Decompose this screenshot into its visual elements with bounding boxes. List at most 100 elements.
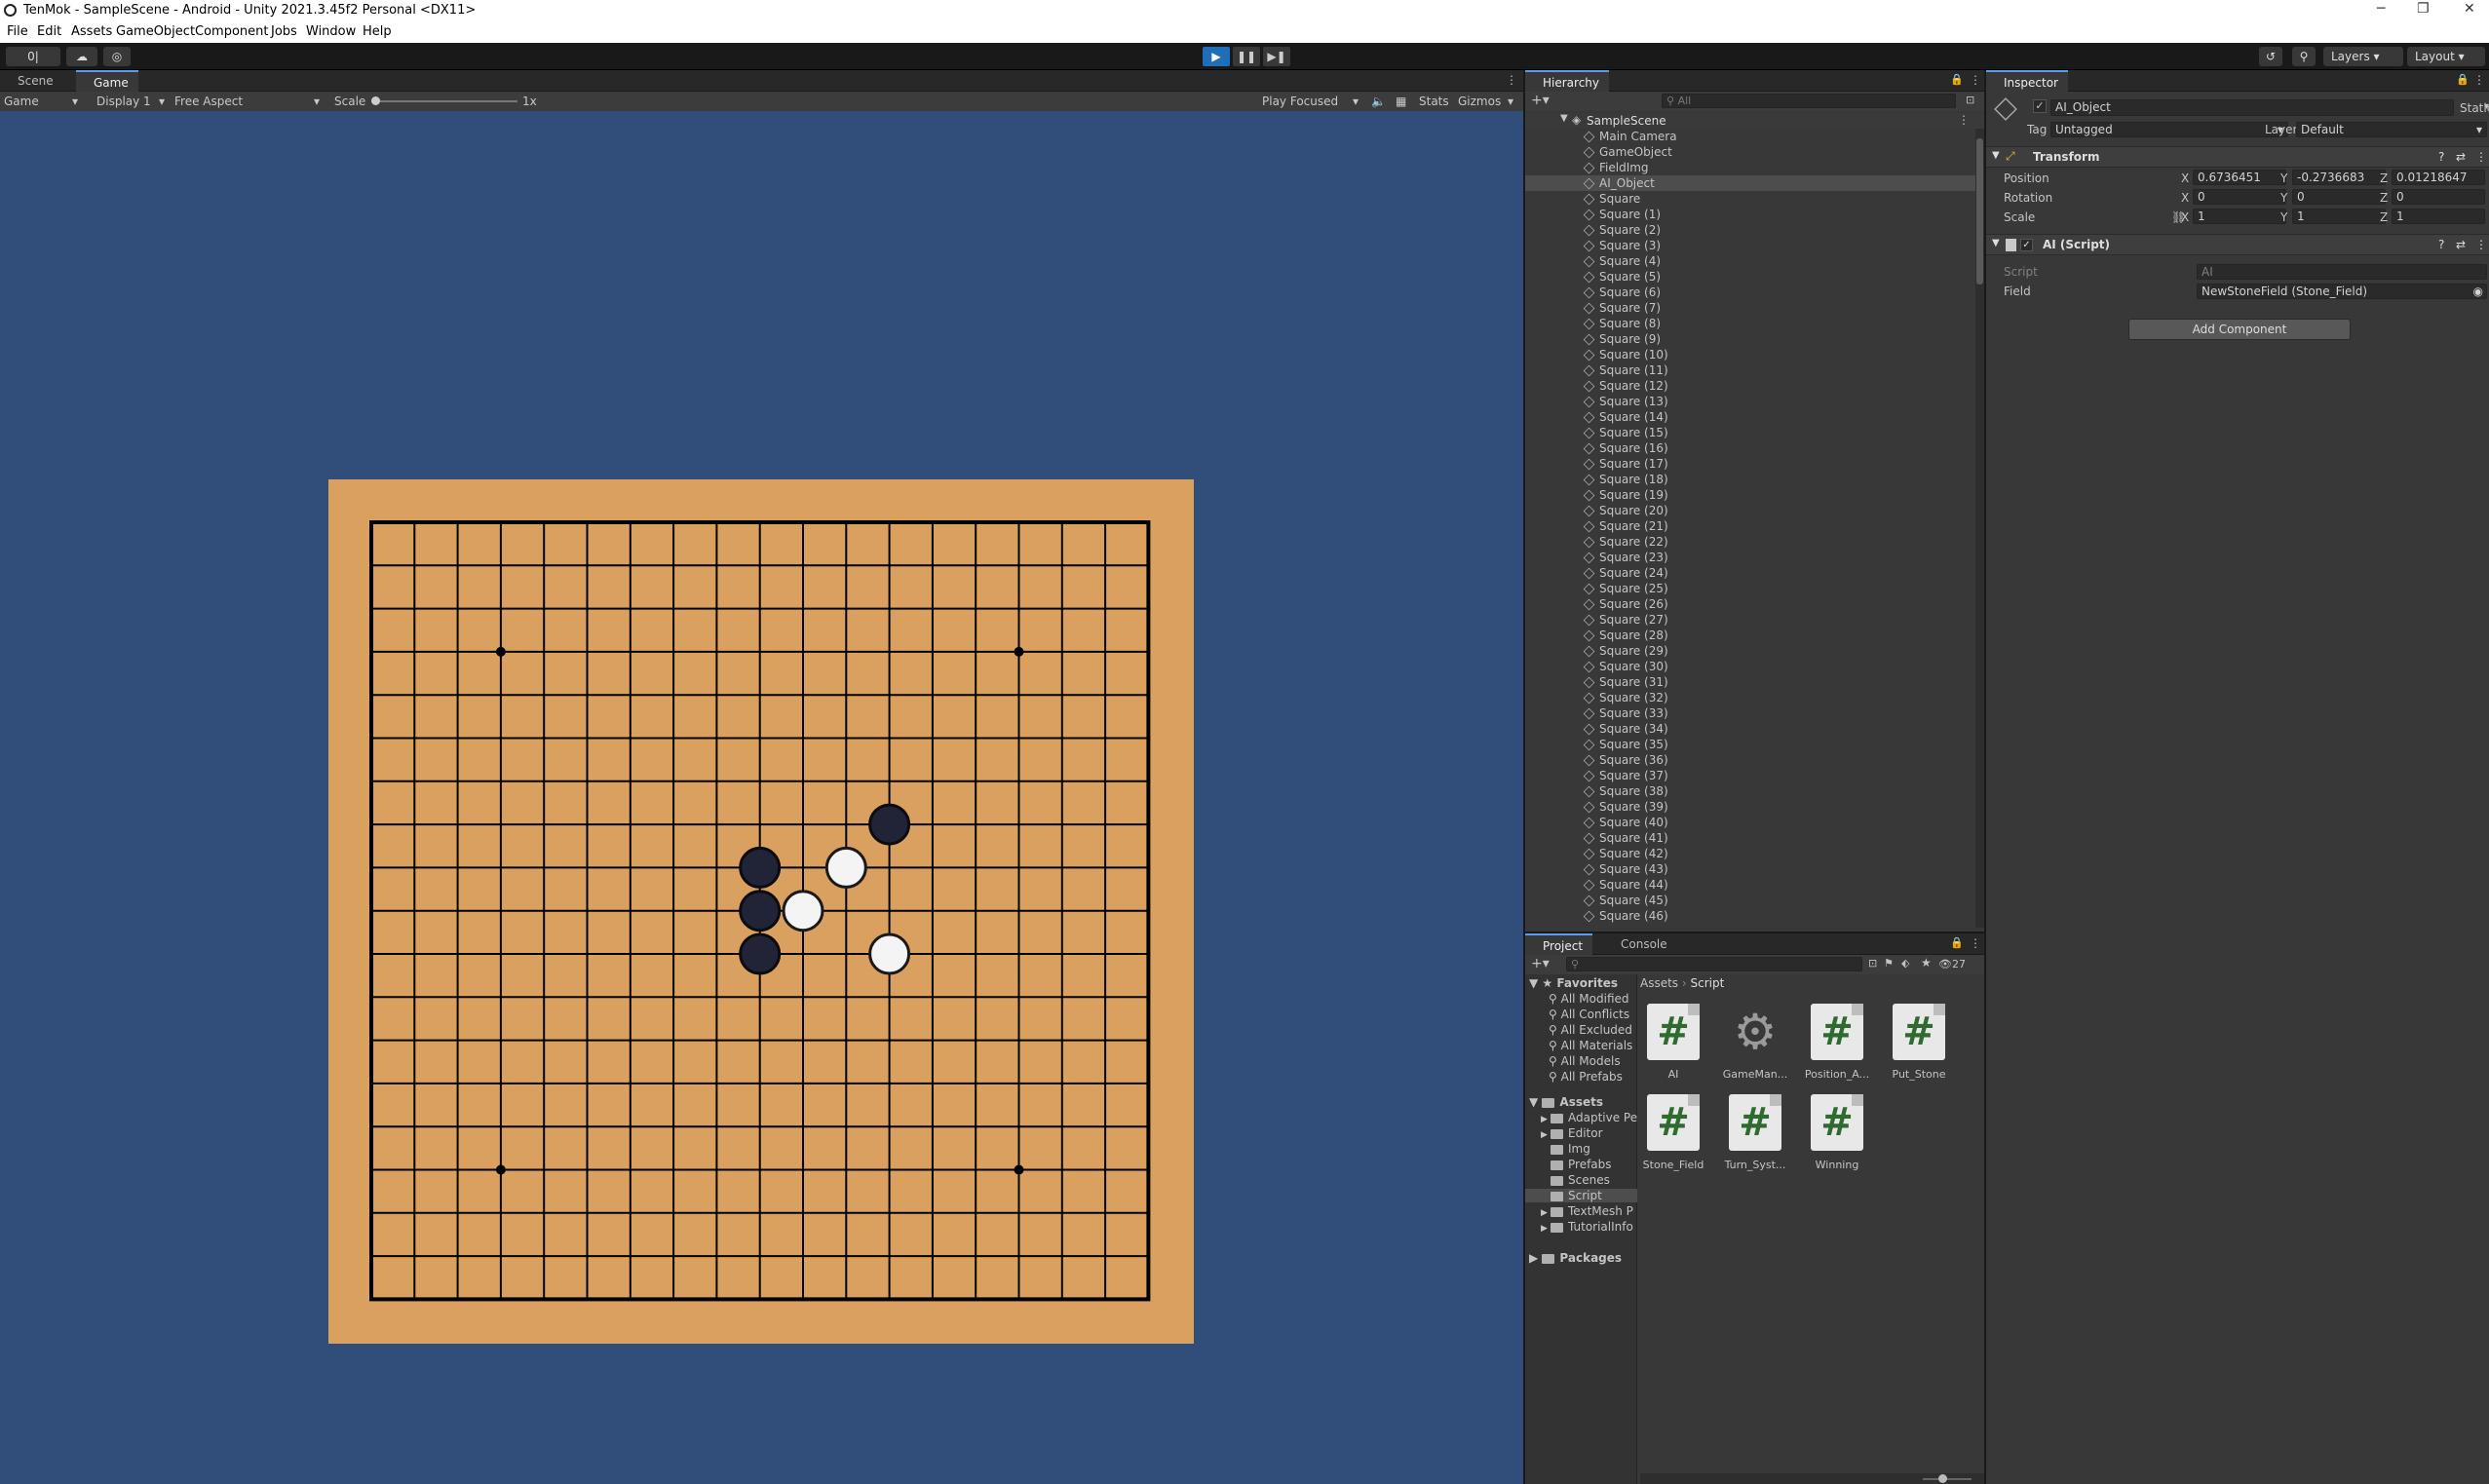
close-icon[interactable]: ✕ [2464,1,2475,17]
hierarchy-item[interactable]: Square (11) [1525,362,1977,378]
tab-inspector[interactable]: Inspector [1986,70,2068,92]
stats-button[interactable]: Stats [1419,95,1449,108]
add-icon[interactable]: +▾ [1531,93,1550,108]
help-icon[interactable]: ? [2438,238,2444,251]
search-by-type-icon[interactable]: ⊡ [1868,957,1877,970]
hierarchy-item[interactable]: Main Camera [1525,129,1977,144]
assets-header[interactable]: ▼ Assets [1529,1095,1603,1109]
lock-icon[interactable]: 🔒 [2456,73,2470,86]
hierarchy-item[interactable]: Square (10) [1525,347,1977,362]
position-z-field[interactable]: 0.01218647 [2392,170,2485,185]
collapse-arrow-icon[interactable]: ▼ [1992,150,2000,161]
menu-component[interactable]: Component [195,24,268,39]
tag-dropdown[interactable]: Untagged ▾ [2050,122,2288,137]
stats-grid-icon[interactable]: ▦ [1396,95,1406,108]
hierarchy-item[interactable]: Square (20) [1525,503,1977,518]
more-options-icon[interactable]: ⋮ [2475,150,2487,164]
hierarchy-item[interactable]: Square (45) [1525,893,1977,908]
zoom-slider-handle[interactable] [1938,1474,1947,1483]
menu-gameobject[interactable]: GameObject [116,24,195,39]
add-component-button[interactable]: Add Component [2128,319,2351,340]
history-icon[interactable]: ↺ [2259,47,2282,66]
asset-item[interactable]: ⚙ GameMan... [1716,1004,1794,1081]
hierarchy-item[interactable]: Square (30) [1525,659,1977,674]
hierarchy-item[interactable]: Square (7) [1525,300,1977,316]
expand-arrow-icon[interactable]: ▶ [1541,1224,1551,1234]
hierarchy-item[interactable]: Square (35) [1525,737,1977,752]
lock-icon[interactable]: 🔒 [1950,73,1964,86]
hierarchy-item[interactable]: Square (42) [1525,846,1977,861]
hierarchy-item[interactable]: Square (14) [1525,409,1977,425]
hierarchy-item[interactable]: Square (22) [1525,534,1977,550]
hierarchy-scrollbar[interactable] [1975,129,1984,928]
help-icon[interactable]: ? [2438,150,2444,164]
folder-item[interactable]: ▶ TextMesh P [1525,1204,1637,1218]
label-icon[interactable]: ⬖ [1901,957,1909,970]
cloud-icon[interactable]: ☁ [66,47,97,66]
hierarchy-item[interactable]: Square (40) [1525,815,1977,830]
hierarchy-item[interactable]: Square (19) [1525,487,1977,503]
hierarchy-item[interactable]: Square (5) [1525,269,1977,285]
gizmos-button[interactable]: Gizmos [1458,95,1501,108]
hierarchy-item[interactable]: Square (29) [1525,643,1977,659]
scale-y-field[interactable]: 1 [2292,209,2386,224]
hierarchy-item[interactable]: Square (12) [1525,378,1977,394]
transform-header[interactable]: ▼ ⤢ Transform ? ⇄ ⋮ [1986,146,2489,168]
folder-item[interactable]: ▶ Adaptive Pe [1525,1111,1637,1124]
script-enabled-checkbox[interactable]: ✓ [2020,239,2033,251]
more-options-icon[interactable]: ⋮ [2473,73,2485,87]
project-search-input[interactable]: ⚲ [1566,957,1862,971]
play-button[interactable]: ▶ [1203,47,1230,66]
tab-console[interactable]: Console [1603,933,1677,955]
hierarchy-item[interactable]: Square [1525,191,1977,207]
hierarchy-item[interactable]: Square (8) [1525,316,1977,331]
asset-item[interactable]: # Put_Stone [1880,1004,1958,1081]
folder-item[interactable]: Img [1525,1142,1637,1156]
scale-x-field[interactable]: 1 [2193,209,2286,224]
object-name-field[interactable]: AI_Object [2050,99,2454,116]
scale-z-field[interactable]: 1 [2392,209,2485,224]
tab-project[interactable]: Project [1525,933,1593,955]
hierarchy-item[interactable]: Square (2) [1525,222,1977,238]
hierarchy-item[interactable]: Square (37) [1525,768,1977,783]
game-mode-dropdown[interactable]: Game [4,95,39,108]
hierarchy-item[interactable]: Square (16) [1525,440,1977,456]
hierarchy-item[interactable]: GameObject [1525,144,1977,160]
minimize-icon[interactable]: ─ [2377,1,2385,17]
layers-dropdown[interactable]: Layers ▾ [2323,47,2403,66]
asset-item[interactable]: # Turn_Syst... [1716,1094,1794,1171]
scene-menu-icon[interactable]: ⋮ [1958,113,1970,127]
layout-dropdown[interactable]: Layout ▾ [2407,47,2485,66]
tab-hierarchy[interactable]: Hierarchy [1525,70,1610,92]
preset-icon[interactable]: ⇄ [2456,238,2466,251]
asset-item[interactable]: # Winning [1798,1094,1876,1171]
rotation-y-field[interactable]: 0 [2292,189,2386,205]
favorite-item[interactable]: ⚲ All Modified [1549,992,1629,1006]
hierarchy-item[interactable]: Square (33) [1525,705,1977,721]
search-by-label-icon[interactable]: ⚑ [1884,957,1894,970]
hierarchy-item[interactable]: Square (32) [1525,690,1977,705]
mute-audio-icon[interactable]: 🔈 [1371,95,1386,108]
hierarchy-item[interactable]: Square (26) [1525,596,1977,612]
expand-arrow-icon[interactable]: ▶ [1541,1115,1551,1124]
folder-item[interactable]: Prefabs [1525,1158,1637,1171]
more-options-icon[interactable]: ⋮ [1506,73,1517,87]
collapse-arrow-icon[interactable]: ▼ [1992,238,2000,248]
scene-row[interactable]: ▼ ◈ SampleScene ⋮ [1525,113,1984,129]
search-icon[interactable]: ⚲ [2292,47,2316,66]
preset-icon[interactable]: ⇄ [2456,150,2466,164]
menu-assets[interactable]: Assets [71,24,112,39]
account-button[interactable]: 0| [6,47,60,66]
hierarchy-item[interactable]: Square (1) [1525,207,1977,222]
hierarchy-item[interactable]: FieldImg [1525,160,1977,175]
asset-item[interactable]: # Position_A... [1798,1004,1876,1081]
position-x-field[interactable]: 0.6736451 [2193,170,2286,185]
hierarchy-item[interactable]: Square (39) [1525,799,1977,815]
folder-item[interactable]: ▶ TutorialInfo [1525,1220,1637,1234]
hierarchy-item[interactable]: Square (21) [1525,518,1977,534]
hierarchy-item[interactable]: Square (44) [1525,877,1977,893]
hierarchy-item[interactable]: Square (27) [1525,612,1977,628]
object-picker-icon[interactable]: ◉ [2473,285,2483,298]
tab-game[interactable]: Game [76,70,138,92]
hierarchy-item[interactable]: Square (9) [1525,331,1977,347]
